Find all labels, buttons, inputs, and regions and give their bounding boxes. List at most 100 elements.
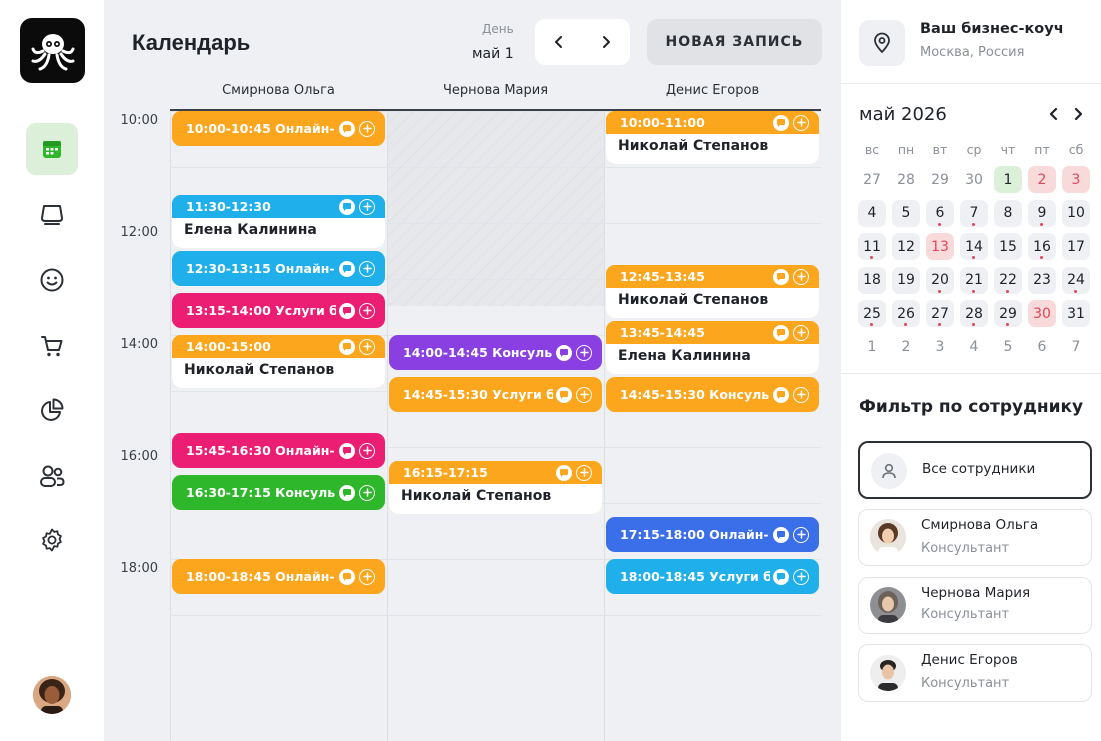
comment-icon[interactable] <box>773 114 789 131</box>
calendar-day[interactable]: 7 <box>960 199 988 227</box>
appointment-card[interactable]: 17:15-18:00 Онлайн- <box>606 517 819 552</box>
prev-month-button[interactable] <box>1047 104 1061 124</box>
add-icon[interactable] <box>793 386 809 403</box>
calendar-day[interactable]: 26 <box>892 300 920 327</box>
calendar-day[interactable]: 18 <box>858 266 886 294</box>
comment-icon[interactable] <box>773 568 789 585</box>
appointment-card[interactable]: 13:15-14:00 Услуги б <box>172 293 385 328</box>
calendar-day[interactable]: 20 <box>926 266 954 294</box>
calendar-day[interactable]: 2 <box>892 334 920 361</box>
calendar-day[interactable]: 29 <box>994 300 1022 327</box>
nav-services[interactable] <box>26 188 78 240</box>
filter-all-employees[interactable]: Все сотрудники <box>858 441 1092 499</box>
appointment-card[interactable]: 14:00-14:45 Консуль <box>389 335 602 370</box>
comment-icon[interactable] <box>339 302 355 319</box>
calendar-day[interactable]: 4 <box>858 199 886 227</box>
calendar-day[interactable]: 9 <box>1028 199 1056 227</box>
appointment-card[interactable]: 16:30-17:15 Консуль <box>172 475 385 510</box>
appointment-card[interactable]: 18:00-18:45 Онлайн- <box>172 559 385 594</box>
calendar-day[interactable]: 16 <box>1028 233 1056 260</box>
appointment-card[interactable]: 12:30-13:15 Онлайн- <box>172 251 385 286</box>
new-appointment-button[interactable]: НОВАЯ ЗАПИСЬ <box>647 19 822 65</box>
calendar-day[interactable]: 5 <box>892 199 920 227</box>
appointment-card[interactable]: 14:45-15:30 Консуль <box>606 377 819 412</box>
comment-icon[interactable] <box>556 344 572 361</box>
calendar-day[interactable]: 3 <box>1062 166 1090 193</box>
user-avatar[interactable] <box>33 676 71 714</box>
octopus-logo-icon[interactable] <box>20 18 85 83</box>
location-pin-icon[interactable] <box>859 20 905 66</box>
comment-icon[interactable] <box>339 260 355 277</box>
calendar-day[interactable]: 21 <box>960 266 988 294</box>
add-icon[interactable] <box>793 324 809 341</box>
calendar-day[interactable]: 5 <box>994 334 1022 361</box>
calendar-day[interactable]: 25 <box>858 300 886 327</box>
calendar-day[interactable]: 28 <box>960 300 988 327</box>
column-egorov[interactable] <box>604 111 821 741</box>
calendar-day[interactable]: 2 <box>1028 166 1056 193</box>
calendar-day[interactable]: 23 <box>1028 266 1056 294</box>
view-mode-label[interactable]: День <box>482 22 514 36</box>
calendar-day[interactable]: 29 <box>926 166 954 193</box>
calendar-day[interactable]: 22 <box>994 266 1022 294</box>
calendar-day[interactable]: 6 <box>1028 334 1056 361</box>
add-icon[interactable] <box>359 568 375 585</box>
comment-icon[interactable] <box>773 526 789 543</box>
column-chernova[interactable] <box>387 111 604 741</box>
filter-employee[interactable]: Чернова Мария Консультант <box>858 577 1092 634</box>
calendar-day[interactable]: 11 <box>858 233 886 260</box>
appointment-card[interactable]: 16:15-17:15 Николай Степанов <box>389 461 602 514</box>
calendar-day[interactable]: 4 <box>960 334 988 361</box>
comment-icon[interactable] <box>339 338 355 355</box>
nav-staff[interactable] <box>26 450 78 502</box>
add-icon[interactable] <box>359 302 375 319</box>
add-icon[interactable] <box>793 268 809 285</box>
add-icon[interactable] <box>793 526 809 543</box>
appointment-card[interactable]: 11:30-12:30 Елена Калинина <box>172 195 385 248</box>
add-icon[interactable] <box>359 442 375 459</box>
comment-icon[interactable] <box>339 568 355 585</box>
appointment-card[interactable]: 18:00-18:45 Услуги б <box>606 559 819 594</box>
comment-icon[interactable] <box>339 120 355 137</box>
calendar-day[interactable]: 15 <box>994 233 1022 260</box>
calendar-day[interactable]: 14 <box>960 233 988 260</box>
filter-employee[interactable]: Денис Егоров Консультант <box>858 644 1092 702</box>
calendar-day[interactable]: 7 <box>1062 334 1090 361</box>
comment-icon[interactable] <box>773 324 789 341</box>
calendar-day[interactable]: 6 <box>926 199 954 227</box>
calendar-day[interactable]: 30 <box>1028 300 1056 327</box>
appointment-card[interactable]: 13:45-14:45 Елена Калинина <box>606 321 819 374</box>
add-icon[interactable] <box>576 386 592 403</box>
calendar-day[interactable]: 10 <box>1062 199 1090 227</box>
add-icon[interactable] <box>793 114 809 131</box>
comment-icon[interactable] <box>773 268 789 285</box>
appointment-card[interactable]: 12:45-13:45 Николай Степанов <box>606 265 819 318</box>
appointment-card[interactable]: 14:45-15:30 Услуги б <box>389 377 602 412</box>
comment-icon[interactable] <box>556 386 572 403</box>
appointment-card[interactable]: 14:00-15:00 Николай Степанов <box>172 335 385 388</box>
comment-icon[interactable] <box>339 198 355 215</box>
comment-icon[interactable] <box>773 386 789 403</box>
add-icon[interactable] <box>359 260 375 277</box>
calendar-day[interactable]: 17 <box>1062 233 1090 260</box>
comment-icon[interactable] <box>339 442 355 459</box>
nav-calendar[interactable] <box>26 123 78 175</box>
nav-settings[interactable] <box>26 514 78 566</box>
business-name[interactable]: Ваш бизнес-коуч <box>920 21 1064 37</box>
calendar-day[interactable]: 1 <box>994 166 1022 193</box>
calendar-day[interactable]: 3 <box>926 334 954 361</box>
appointment-card[interactable]: 10:00-11:00 Николай Степанов <box>606 111 819 164</box>
calendar-day[interactable]: 1 <box>858 334 886 361</box>
calendar-day[interactable]: 27 <box>858 166 886 193</box>
calendar-day[interactable]: 31 <box>1062 300 1090 327</box>
calendar-day[interactable]: 28 <box>892 166 920 193</box>
add-icon[interactable] <box>576 464 592 481</box>
calendar-day[interactable]: 19 <box>892 266 920 294</box>
add-icon[interactable] <box>359 198 375 215</box>
comment-icon[interactable] <box>556 464 572 481</box>
calendar-day[interactable]: 12 <box>892 233 920 260</box>
comment-icon[interactable] <box>339 484 355 501</box>
add-icon[interactable] <box>359 484 375 501</box>
calendar-day[interactable]: 13 <box>926 233 954 260</box>
add-icon[interactable] <box>576 344 592 361</box>
